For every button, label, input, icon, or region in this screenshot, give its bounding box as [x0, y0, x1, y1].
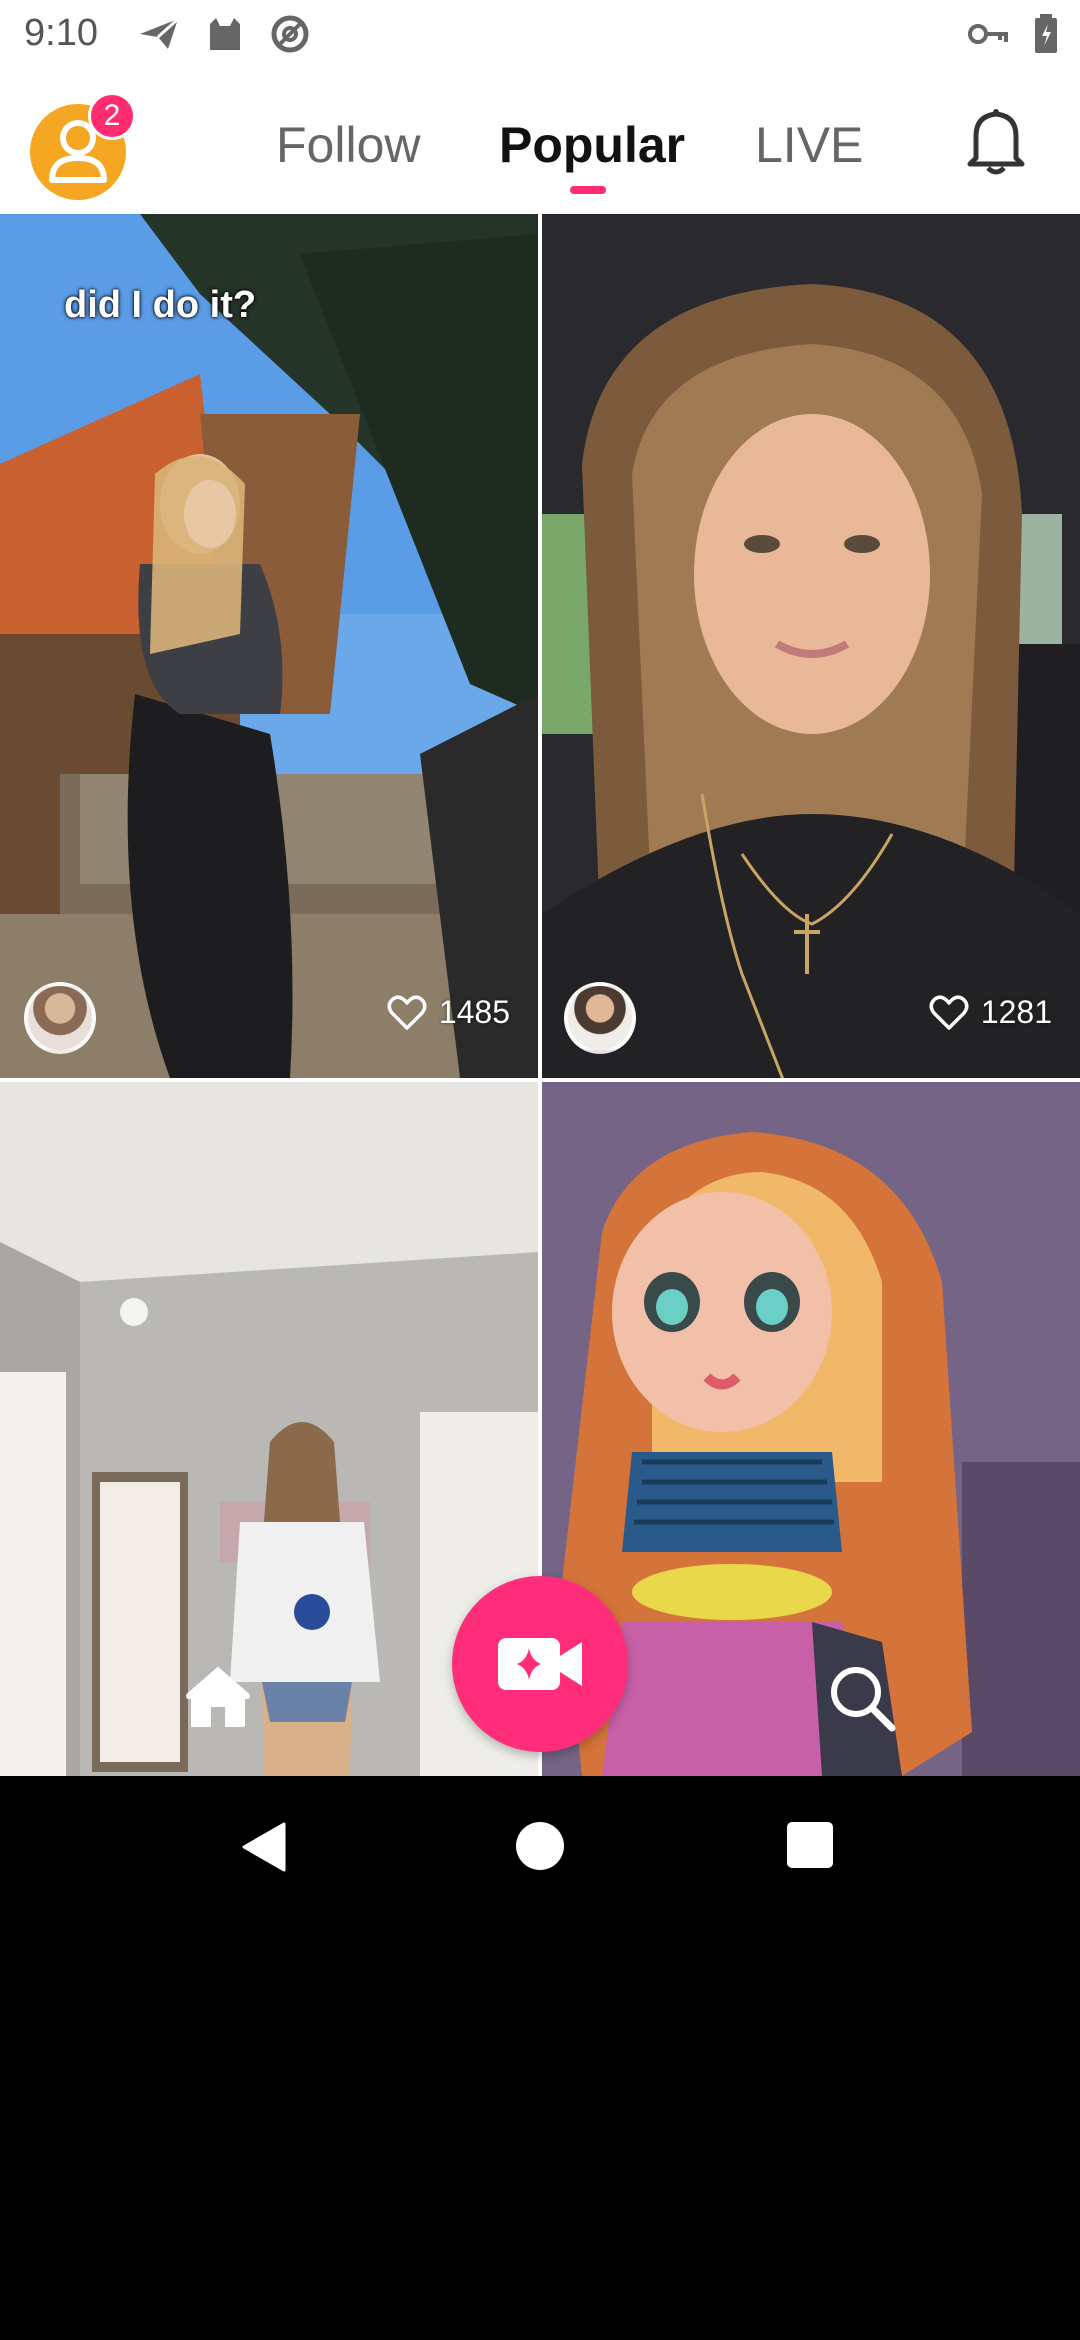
home-icon — [186, 1667, 250, 1727]
at-sign-icon — [271, 15, 309, 53]
home-button[interactable] — [184, 1664, 252, 1735]
video-camera-sparkle-icon — [498, 1638, 582, 1690]
like-count-group: 1485 — [387, 994, 510, 1031]
home-circle-icon[interactable] — [516, 1822, 564, 1870]
like-count: 1485 — [438, 994, 510, 1030]
cat-icon — [210, 18, 240, 50]
video-thumbnail — [0, 214, 538, 1078]
recents-icon[interactable] — [787, 1822, 833, 1868]
heart-icon — [387, 994, 427, 1030]
bell-icon — [967, 109, 1025, 175]
video-thumbnail — [542, 214, 1080, 1078]
status-bar: 9:10 — [0, 0, 1080, 72]
key-icon — [968, 24, 1008, 44]
status-icons-right — [968, 14, 1058, 54]
heart-icon — [929, 994, 969, 1030]
creator-avatar[interactable] — [564, 982, 636, 1054]
feed-tabs: Follow Popular LIVE — [0, 72, 1080, 214]
notifications-button[interactable] — [964, 106, 1028, 181]
status-time: 9:10 — [24, 12, 98, 54]
system-nav-bar — [0, 1776, 1080, 1924]
video-card[interactable]: 1281 — [542, 214, 1080, 1078]
creator-avatar[interactable] — [24, 982, 96, 1054]
like-count: 1281 — [980, 994, 1052, 1030]
search-icon — [831, 1667, 896, 1732]
bottom-nav — [0, 1540, 1080, 1776]
search-button[interactable] — [826, 1662, 898, 1739]
app-header: 2 Follow Popular LIVE — [0, 72, 1080, 214]
active-tab-indicator — [570, 186, 606, 194]
record-video-button[interactable] — [452, 1576, 628, 1752]
tab-live[interactable]: LIVE — [755, 116, 863, 174]
status-icons-left — [138, 14, 310, 54]
like-count-group: 1281 — [929, 994, 1052, 1031]
battery-icon — [1035, 14, 1057, 53]
tab-follow[interactable]: Follow — [276, 116, 420, 174]
send-icon — [140, 17, 180, 49]
back-icon[interactable] — [240, 1822, 286, 1872]
video-caption: did I do it? — [64, 284, 257, 326]
tab-popular[interactable]: Popular — [499, 116, 685, 174]
video-card[interactable]: did I do it? 1485 — [0, 214, 538, 1078]
